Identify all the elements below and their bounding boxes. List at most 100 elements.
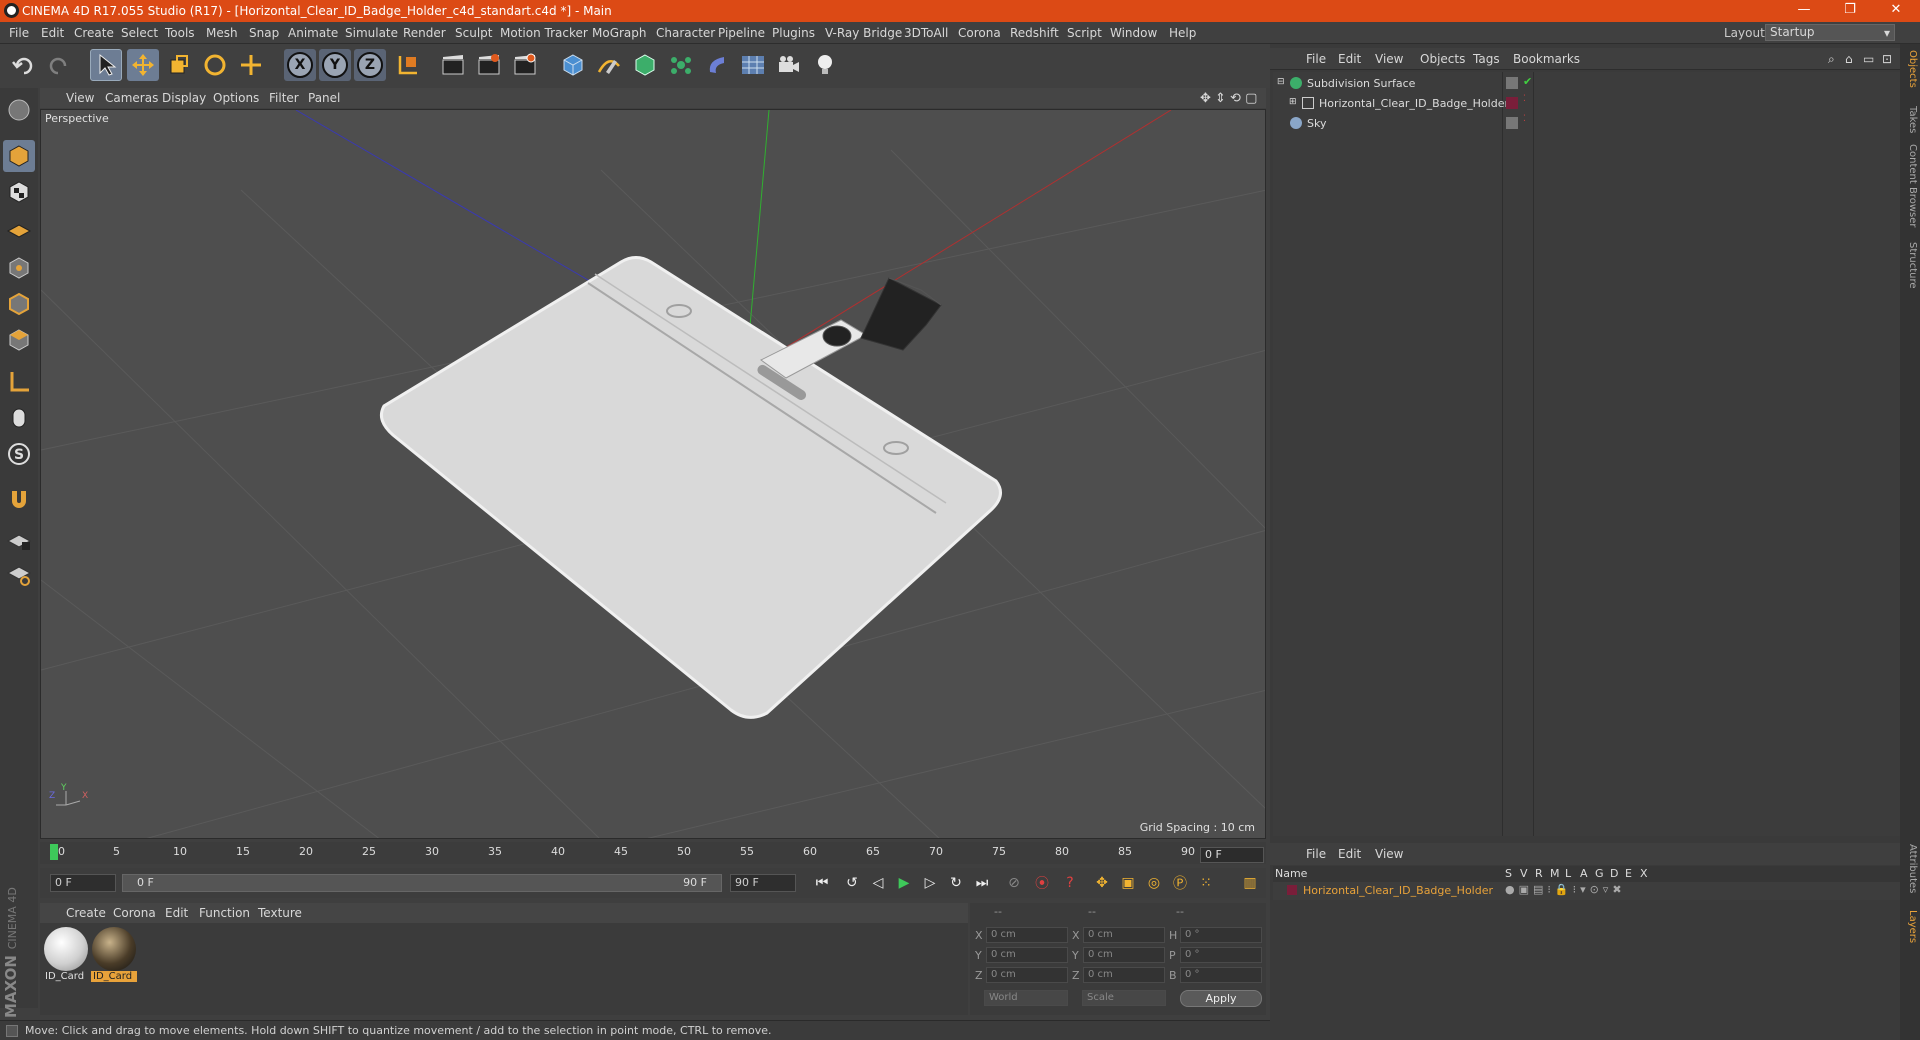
add-mograph-button[interactable]	[665, 49, 697, 81]
tab-takes[interactable]: Takes	[1902, 106, 1918, 133]
live-selection-button[interactable]	[90, 49, 122, 81]
menu-character[interactable]: Character	[656, 26, 715, 40]
render-settings-button[interactable]	[509, 49, 541, 81]
autokey-button[interactable]: ⦿	[1030, 872, 1054, 894]
tweak-mode-button[interactable]	[3, 402, 35, 434]
menu-edit[interactable]: Edit	[41, 26, 64, 40]
viewport-menu-panel[interactable]: Panel	[308, 91, 340, 105]
timeline-playhead[interactable]	[50, 844, 58, 860]
expand-icon[interactable]: ⊞	[1289, 97, 1297, 107]
render-view-button[interactable]	[437, 49, 469, 81]
menu-create[interactable]: Create	[74, 26, 114, 40]
add-environment-button[interactable]	[737, 49, 769, 81]
objects-menu-objects[interactable]: Objects	[1420, 52, 1465, 66]
size-y-field[interactable]: 0 cm	[1083, 947, 1165, 963]
coord-system-dropdown[interactable]: World	[984, 990, 1068, 1006]
scale-tool-button[interactable]	[163, 49, 195, 81]
material-menu-function[interactable]: Function	[199, 906, 250, 920]
current-frame-field[interactable]: 0 F	[1200, 847, 1264, 863]
viewport-menu-options[interactable]: Options	[213, 91, 259, 105]
layer-col-visible[interactable]: V	[1520, 867, 1528, 880]
menu-snap[interactable]: Snap	[249, 26, 279, 40]
size-z-field[interactable]: 0 cm	[1083, 967, 1165, 983]
edges-mode-button[interactable]	[3, 288, 35, 320]
menu-render[interactable]: Render	[403, 26, 446, 40]
layer-color-swatch[interactable]	[1506, 77, 1518, 89]
redo-button[interactable]	[42, 49, 74, 81]
visibility-dots-icon[interactable]: ⁚	[1523, 114, 1526, 124]
start-frame-field[interactable]: 0 F	[50, 874, 116, 892]
object-row-sky[interactable]: Sky ⁚	[1273, 114, 1900, 134]
menu-mograph[interactable]: MoGraph	[592, 26, 647, 40]
menu-pipeline[interactable]: Pipeline	[718, 26, 765, 40]
z-axis-lock-button[interactable]: Z	[354, 49, 386, 81]
material-menu-create[interactable]: Create	[66, 906, 106, 920]
objects-menu-view[interactable]: View	[1375, 52, 1403, 66]
key-position-button[interactable]: ✥	[1090, 872, 1114, 894]
texture-mode-button[interactable]	[3, 176, 35, 208]
layer-color-swatch[interactable]	[1287, 885, 1297, 895]
magnet-button[interactable]	[3, 484, 35, 516]
position-y-field[interactable]: 0 cm	[986, 947, 1068, 963]
undo-button[interactable]	[8, 49, 40, 81]
apply-button[interactable]: Apply	[1180, 990, 1262, 1007]
new-window-icon[interactable]: ▭	[1863, 52, 1874, 66]
go-to-end-button[interactable]: ⏭	[970, 872, 994, 894]
material-menu-corona[interactable]: Corona	[113, 906, 156, 920]
objects-menu-file[interactable]: File	[1306, 52, 1326, 66]
layer-col-render[interactable]: R	[1535, 867, 1543, 880]
go-to-start-button[interactable]: ⏮	[810, 872, 834, 894]
viewport-navigation-icon[interactable]: ✥ ⇕ ⟲ ▢	[1200, 91, 1257, 106]
rotation-h-field[interactable]: 0 °	[1180, 927, 1262, 943]
rotation-p-field[interactable]: 0 °	[1180, 947, 1262, 963]
menu-sculpt[interactable]: Sculpt	[455, 26, 492, 40]
workplane-rotate-button[interactable]	[3, 558, 35, 590]
layers-menu-file[interactable]: File	[1306, 847, 1326, 861]
expand-icon[interactable]: ⊡	[1882, 52, 1892, 66]
enabled-checkmark-icon[interactable]: ✔	[1523, 75, 1532, 88]
rotate-tool-button[interactable]	[199, 49, 231, 81]
axis-mode-button[interactable]	[3, 366, 35, 398]
record-keys-button[interactable]: ⊘	[1002, 872, 1026, 894]
layers-menu-view[interactable]: View	[1375, 847, 1403, 861]
coordinate-system-button[interactable]	[392, 49, 424, 81]
menu-redshift[interactable]: Redshift	[1010, 26, 1059, 40]
search-icon[interactable]: ⌕	[1828, 52, 1835, 67]
points-mode-button[interactable]	[3, 252, 35, 284]
minimize-button[interactable]: —	[1784, 2, 1824, 17]
menu-3dtoall[interactable]: 3DToAll	[904, 26, 948, 40]
key-scale-button[interactable]: ▣	[1116, 872, 1140, 894]
layer-color-swatch[interactable]	[1506, 117, 1518, 129]
workplane-mode-button[interactable]	[3, 212, 35, 244]
tab-structure[interactable]: Structure	[1902, 242, 1918, 289]
polygons-mode-button[interactable]	[3, 324, 35, 356]
layer-color-swatch[interactable]	[1506, 97, 1518, 109]
viewport-menu-display[interactable]: Display	[162, 91, 206, 105]
snap-button[interactable]: S	[3, 438, 35, 470]
menu-simulate[interactable]: Simulate	[345, 26, 398, 40]
viewport-menu-view[interactable]: View	[66, 91, 94, 105]
key-rotation-button[interactable]: ◎	[1142, 872, 1166, 894]
workplane-lock-button[interactable]	[3, 524, 35, 556]
size-x-field[interactable]: 0 cm	[1083, 927, 1165, 943]
layer-col-generators[interactable]: G	[1595, 867, 1604, 880]
visibility-dots-icon[interactable]: ⁚	[1523, 94, 1526, 104]
layer-col-animation[interactable]: A	[1580, 867, 1588, 880]
add-camera-button[interactable]	[773, 49, 805, 81]
layer-toggle-icons[interactable]: ●▣▤⁝🔒⁝▾⊙▿✖	[1505, 883, 1626, 896]
layer-col-xref[interactable]: X	[1640, 867, 1648, 880]
prev-frame-button[interactable]: ◁	[866, 872, 890, 894]
layer-row[interactable]: Horizontal_Clear_ID_Badge_Holder ●▣▤⁝🔒⁝▾…	[1273, 882, 1900, 900]
tab-attributes[interactable]: Attributes	[1902, 844, 1918, 893]
material-menu-edit[interactable]: Edit	[165, 906, 188, 920]
objects-menu-tags[interactable]: Tags	[1473, 52, 1500, 66]
timeline-window-button[interactable]: ▥	[1238, 872, 1262, 894]
material-thumbnail[interactable]: ID_Card	[43, 927, 89, 987]
objects-menu-edit[interactable]: Edit	[1338, 52, 1361, 66]
render-picture-viewer-button[interactable]	[473, 49, 505, 81]
menu-motion-tracker[interactable]: Motion Tracker	[500, 26, 588, 40]
layer-col-locked[interactable]: L	[1565, 867, 1571, 880]
menu-animate[interactable]: Animate	[288, 26, 338, 40]
menu-script[interactable]: Script	[1067, 26, 1102, 40]
home-icon[interactable]: ⌂	[1845, 52, 1853, 66]
